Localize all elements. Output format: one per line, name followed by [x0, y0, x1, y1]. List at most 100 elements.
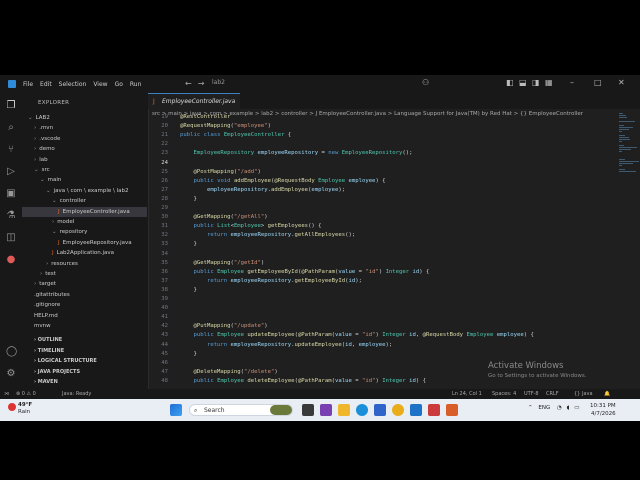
code-line[interactable]: 45 }	[148, 350, 608, 359]
java-status[interactable]: Java: Ready	[62, 391, 91, 397]
code-line[interactable]: 32 return employeeRepository.getAllEmplo…	[148, 231, 608, 240]
extensions-icon[interactable]: ▣	[6, 189, 16, 199]
file-tree-item[interactable]: › .vscode	[22, 134, 147, 144]
cursor-position[interactable]: Ln 24, Col 1	[452, 391, 482, 397]
testing-icon[interactable]: ⚗	[6, 211, 16, 221]
remote-icon[interactable]: ●	[6, 255, 16, 265]
command-center[interactable]: lab2	[212, 79, 225, 86]
code-line[interactable]: 26 public void addEmployee(@RequestBody …	[148, 177, 608, 186]
tab-employee-controller[interactable]: J EmployeeController.java	[148, 93, 240, 109]
file-tree-item[interactable]: ⌄ repository	[22, 227, 147, 237]
file-tree-item[interactable]: ⌄ main	[22, 175, 147, 185]
toggle-sidebar-icon[interactable]: ◧	[506, 78, 514, 87]
code-line[interactable]: 41	[148, 313, 608, 322]
notifications-bell-icon[interactable]: 🔔	[604, 391, 610, 397]
docker-icon[interactable]: ◫	[6, 233, 16, 243]
app-icon[interactable]	[428, 404, 440, 416]
menu-edit[interactable]: Edit	[40, 81, 52, 88]
code-line[interactable]: 44 return employeeRepository.updateEmplo…	[148, 341, 608, 350]
task-view-icon[interactable]	[302, 404, 314, 416]
teams-icon[interactable]	[320, 404, 332, 416]
menu-file[interactable]: File	[23, 81, 33, 88]
file-tree-item-java[interactable]: J Lab2Application.java	[22, 248, 147, 258]
minimap[interactable]	[616, 109, 640, 389]
search-icon[interactable]: ⌕	[6, 123, 16, 133]
sidebar-section[interactable]: › LOGICAL STRUCTURE	[34, 358, 97, 364]
indentation[interactable]: Spaces: 4	[492, 391, 516, 397]
postman-icon[interactable]	[446, 404, 458, 416]
copilot-icon[interactable]: ⚇	[422, 78, 429, 87]
file-tree-item[interactable]: mvnw	[22, 321, 147, 331]
sidebar-section[interactable]: › JAVA PROJECTS	[34, 369, 80, 375]
code-line[interactable]: 40	[148, 304, 608, 313]
chrome-icon[interactable]	[392, 404, 404, 416]
problems-indicator[interactable]: ⊗ 0 ⚠ 0	[16, 391, 36, 397]
code-line[interactable]: 24	[148, 159, 608, 168]
volume-icon[interactable]: ◖	[567, 405, 570, 411]
file-tree-item[interactable]: ⌄ controller	[22, 196, 147, 206]
code-line[interactable]: 39	[148, 295, 608, 304]
vscode-taskbar-icon[interactable]	[410, 404, 422, 416]
file-tree-item[interactable]: .gitignore	[22, 300, 147, 310]
file-tree-item[interactable]: HELP.md	[22, 311, 147, 321]
windows-start-icon[interactable]	[170, 404, 182, 416]
language-mode[interactable]: {} Java	[574, 391, 593, 397]
menu-run[interactable]: Run	[130, 81, 142, 88]
sidebar-section[interactable]: › TIMELINE	[34, 348, 64, 354]
source-control-icon[interactable]: ⑂	[6, 145, 16, 155]
toggle-secondary-sidebar-icon[interactable]: ◨	[532, 78, 540, 87]
close-window-icon[interactable]: ✕	[618, 78, 625, 87]
file-tree-item-java[interactable]: J EmployeeController.java	[22, 206, 147, 217]
code-line[interactable]: 31 public List<Employee> getEmployees() …	[148, 222, 608, 231]
file-tree-item[interactable]: › resources	[22, 259, 147, 269]
code-line[interactable]: 43 public Employee updateEmployee(@PathP…	[148, 331, 608, 340]
code-line[interactable]: 34	[148, 250, 608, 259]
code-line[interactable]: 42 @PutMapping("/update")	[148, 322, 608, 331]
minimize-icon[interactable]: –	[570, 78, 574, 87]
code-line[interactable]: 35 @GetMapping("/getId")	[148, 259, 608, 268]
code-line[interactable]: 21 public class EmployeeController {	[148, 131, 608, 140]
code-line[interactable]: 19 @RestController	[148, 113, 608, 122]
code-line[interactable]: 36 public Employee getEmployeeById(@Path…	[148, 268, 608, 277]
weather-widget[interactable]: 49°F Rain	[18, 402, 32, 416]
edge-icon[interactable]	[356, 404, 368, 416]
remote-indicator-icon[interactable]: ⋊	[4, 391, 9, 397]
code-line[interactable]: 37 return employeeRepository.getEmployee…	[148, 277, 608, 286]
back-forward-arrows-icon[interactable]: ←→	[185, 79, 210, 88]
line-ending[interactable]: CRLF	[546, 391, 559, 397]
menu-view[interactable]: View	[93, 81, 107, 88]
code-line[interactable]: 23 EmployeeRepository employeeRepository…	[148, 149, 608, 158]
file-tree-item[interactable]: › lab	[22, 155, 147, 165]
battery-icon[interactable]: ▭	[574, 405, 579, 411]
settings-gear-icon[interactable]: ⚙	[6, 369, 16, 379]
file-tree-item[interactable]: › .mvn	[22, 123, 147, 133]
code-line[interactable]: 38 }	[148, 286, 608, 295]
toggle-panel-icon[interactable]: ⬓	[519, 78, 527, 87]
explorer-icon[interactable]: ❐	[6, 101, 16, 111]
menu-selection[interactable]: Selection	[59, 81, 87, 88]
code-line[interactable]: 20 @RequestMapping("employee")	[148, 122, 608, 131]
file-tree-item[interactable]: › test	[22, 269, 147, 279]
clock[interactable]: 10:31 PM 4/7/2026	[590, 402, 616, 418]
code-line[interactable]: 25 @PostMapping("/add")	[148, 168, 608, 177]
encoding[interactable]: UTF-8	[524, 391, 539, 397]
code-line[interactable]: 33 }	[148, 240, 608, 249]
accounts-icon[interactable]: ◯	[6, 347, 17, 357]
wifi-icon[interactable]: ◔	[557, 405, 562, 411]
file-tree-item[interactable]: › model	[22, 217, 147, 227]
layout-icon[interactable]: ▦	[545, 78, 553, 87]
file-tree-item[interactable]: › demo	[22, 144, 147, 154]
tray-overflow-icon[interactable]: ⌃	[528, 405, 533, 411]
language-indicator[interactable]: ENG	[538, 405, 550, 411]
file-explorer-icon[interactable]	[338, 404, 350, 416]
file-tree-item[interactable]: › target	[22, 279, 147, 289]
file-tree-item[interactable]: ⌄ LAB2	[22, 113, 147, 123]
code-line[interactable]: 22	[148, 140, 608, 149]
sidebar-section[interactable]: › OUTLINE	[34, 337, 62, 343]
code-editor[interactable]: 19 @RestController 20 @RequestMapping("empl…	[148, 114, 616, 389]
code-line[interactable]: 29	[148, 204, 608, 213]
file-tree-item-java[interactable]: J EmployeeRepository.java	[22, 238, 147, 248]
maximize-icon[interactable]: □	[594, 78, 602, 87]
file-tree-item[interactable]: .gitattributes	[22, 290, 147, 300]
code-line[interactable]: 27 employeeRepository.addEmployee(employ…	[148, 186, 608, 195]
